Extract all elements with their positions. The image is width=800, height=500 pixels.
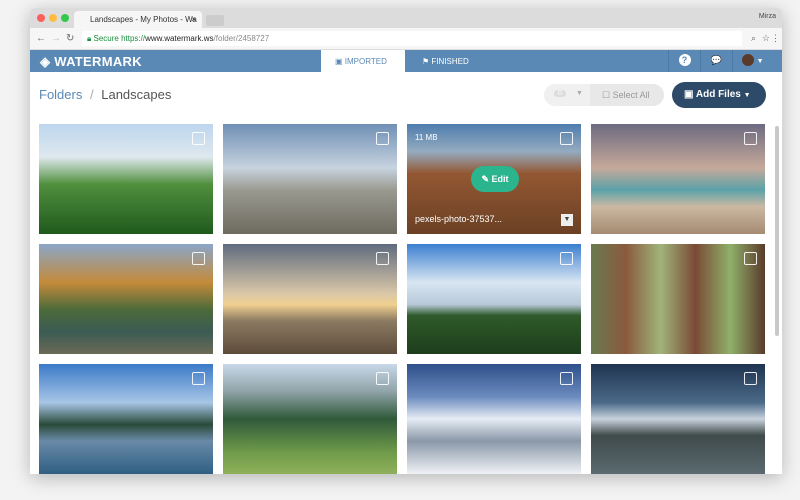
browser-tab-bar: Landscapes - My Photos - Wa × Mirza xyxy=(30,8,782,28)
url-host: www.watermark.ws xyxy=(145,34,214,43)
photo-tile[interactable] xyxy=(223,364,397,474)
photo-tile[interactable]: 11 MB ✎ Edit pexels-photo-37537... ▼ xyxy=(407,124,581,234)
minimize-window-button[interactable] xyxy=(49,14,57,22)
select-all-label: Select All xyxy=(612,90,650,100)
photo-checkbox[interactable] xyxy=(376,252,389,265)
tab-imported[interactable]: ▣ IMPORTED xyxy=(321,50,405,72)
flag-icon: ⚑ xyxy=(422,57,432,66)
photo-checkbox[interactable] xyxy=(560,132,573,145)
add-files-label: Add Files xyxy=(695,89,741,100)
photo-tile[interactable] xyxy=(591,364,765,474)
photo-checkbox[interactable] xyxy=(192,252,205,265)
select-all-button[interactable]: ☐ Select All xyxy=(590,84,664,106)
breadcrumb-separator: / xyxy=(89,87,94,102)
zoom-icon[interactable]: ⌕ xyxy=(751,33,756,44)
photo-checkbox[interactable] xyxy=(376,372,389,385)
forward-icon[interactable]: → xyxy=(51,33,61,44)
logo-icon: ◈ xyxy=(40,54,55,69)
pencil-icon: ✎ xyxy=(481,174,492,184)
maximize-window-button[interactable] xyxy=(61,14,69,22)
edit-label: Edit xyxy=(491,174,509,184)
new-tab-button[interactable] xyxy=(206,15,224,26)
photo-checkbox[interactable] xyxy=(192,372,205,385)
file-size: 11 MB xyxy=(415,133,438,142)
url-input[interactable]: 🔒︎ Secure https://www.watermark.ws/folde… xyxy=(82,31,742,46)
tab-close-icon[interactable]: × xyxy=(191,15,196,24)
close-window-button[interactable] xyxy=(37,14,45,22)
photo-checkbox[interactable] xyxy=(744,132,757,145)
browser-tab[interactable]: Landscapes - My Photos - Wa × xyxy=(74,11,202,28)
help-icon[interactable]: ? xyxy=(668,50,700,72)
back-icon[interactable]: ← xyxy=(36,33,46,44)
reload-icon[interactable]: ↻ xyxy=(66,33,74,44)
photo-tile[interactable] xyxy=(591,244,765,354)
file-name: pexels-photo-37537... xyxy=(415,214,503,224)
edit-button[interactable]: ✎ Edit xyxy=(471,166,519,192)
user-avatar-menu[interactable]: ▼ xyxy=(732,50,772,72)
add-files-button[interactable]: ▣ Add Files ▼ xyxy=(672,82,766,108)
avatar xyxy=(741,54,754,67)
photo-checkbox[interactable] xyxy=(744,372,757,385)
address-bar-row: ← → ↻ 🔒︎ Secure https://www.watermark.ws… xyxy=(30,28,782,50)
photo-tile[interactable] xyxy=(223,244,397,354)
selected-count-badge[interactable]: 0 xyxy=(554,90,566,97)
scrollbar[interactable] xyxy=(775,126,779,336)
photo-menu-dropdown[interactable]: ▼ xyxy=(561,214,573,226)
folder-toolbar: Folders / Landscapes 0 ▼ ☐ Select All ▣ … xyxy=(30,72,782,122)
secure-label: Secure xyxy=(93,34,119,43)
photo-tile[interactable] xyxy=(39,124,213,234)
chevron-down-icon: ▼ xyxy=(756,58,764,65)
tab-finished[interactable]: ⚑ FINISHED xyxy=(408,50,483,72)
photo-tile[interactable] xyxy=(407,364,581,474)
photo-tile[interactable] xyxy=(591,124,765,234)
breadcrumb-current: Landscapes xyxy=(101,87,172,102)
tab-label: IMPORTED xyxy=(344,57,387,66)
chat-glyph: 💬 xyxy=(710,55,723,65)
chat-icon[interactable]: 💬 xyxy=(700,50,732,72)
selection-controls: 0 ▼ ☐ Select All xyxy=(544,84,664,106)
logo[interactable]: ◈ WATERMARK xyxy=(40,54,142,70)
image-icon: ▣ xyxy=(684,89,696,100)
logo-text: WATERMARK xyxy=(54,54,142,69)
photo-checkbox[interactable] xyxy=(376,132,389,145)
image-icon: ▣ xyxy=(335,57,345,66)
breadcrumb-folders-link[interactable]: Folders xyxy=(39,87,82,102)
browser-window: Landscapes - My Photos - Wa × Mirza ← → … xyxy=(30,8,782,474)
photo-checkbox[interactable] xyxy=(560,372,573,385)
photo-tile[interactable] xyxy=(407,244,581,354)
breadcrumb: Folders / Landscapes xyxy=(39,87,171,102)
checkbox-icon: ☐ xyxy=(602,90,613,100)
menu-icon[interactable]: ⋮ xyxy=(771,33,780,44)
photo-grid: 11 MB ✎ Edit pexels-photo-37537... ▼ xyxy=(39,124,765,474)
photo-checkbox[interactable] xyxy=(560,252,573,265)
url-scheme: https:// xyxy=(121,34,146,43)
chevron-down-icon: ▼ xyxy=(743,92,751,99)
url-path: /folder/2458727 xyxy=(213,34,270,43)
photo-tile[interactable] xyxy=(39,244,213,354)
tab-title: Landscapes - My Photos - Wa xyxy=(90,15,197,24)
bookmark-star-icon[interactable]: ☆ xyxy=(762,33,770,44)
app-header: ◈ WATERMARK ▣ IMPORTED ⚑ FINISHED ? 💬 ▼ xyxy=(30,50,782,72)
photo-tile[interactable] xyxy=(223,124,397,234)
chevron-down-icon[interactable]: ▼ xyxy=(576,90,583,97)
help-glyph: ? xyxy=(678,54,691,66)
photo-checkbox[interactable] xyxy=(192,132,205,145)
browser-user[interactable]: Mirza xyxy=(759,13,776,20)
tab-label: FINISHED xyxy=(431,57,469,66)
photo-tile[interactable] xyxy=(39,364,213,474)
photo-checkbox[interactable] xyxy=(744,252,757,265)
